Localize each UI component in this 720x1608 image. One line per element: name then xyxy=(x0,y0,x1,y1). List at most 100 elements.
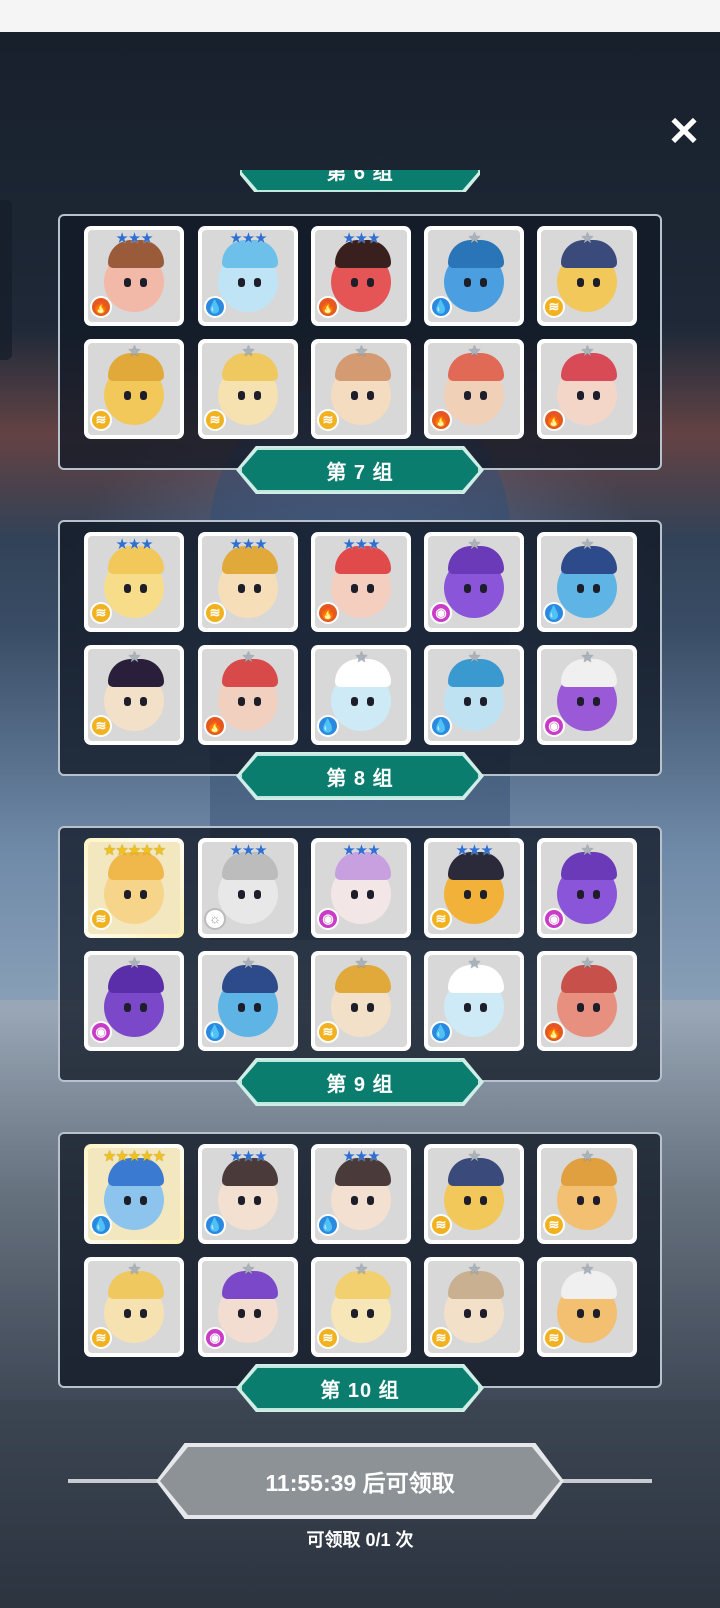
hero-eye xyxy=(593,1196,600,1205)
hero-portrait: ★ 💧 xyxy=(202,955,294,1047)
hero-card[interactable]: ★ 💧 xyxy=(424,226,524,326)
hero-card[interactable]: ★ ≋ xyxy=(84,339,184,439)
hero-card[interactable]: ★★★ ☼ xyxy=(198,838,298,938)
hero-portrait: ★ 🔥 xyxy=(428,343,520,435)
hero-card[interactable]: ★★★ ≋ xyxy=(84,532,184,632)
hero-eye xyxy=(464,391,471,400)
star-rating: ★ xyxy=(241,1261,255,1278)
hero-eye xyxy=(577,1309,584,1318)
hero-card[interactable]: ★★★★★ ≋ xyxy=(84,838,184,938)
star-rating: ★ xyxy=(127,343,141,360)
hero-eye xyxy=(480,697,487,706)
hero-eye xyxy=(367,697,374,706)
hero-card[interactable]: ★ ≋ xyxy=(198,339,298,439)
hero-eye xyxy=(238,1003,245,1012)
water-element-icon: 💧 xyxy=(206,1216,224,1234)
hero-card[interactable]: ★★★ 💧 xyxy=(198,226,298,326)
star-rating: ★★★ xyxy=(115,230,153,247)
hero-card[interactable]: ★ ≋ xyxy=(537,226,637,326)
hero-card[interactable]: ★ 🔥 xyxy=(537,339,637,439)
hero-card[interactable]: ★★★ 🔥 xyxy=(84,226,184,326)
hero-eye xyxy=(367,890,374,899)
hero-card[interactable]: ★★★ ≋ xyxy=(424,838,524,938)
hero-eye xyxy=(593,584,600,593)
star-rating: ★ xyxy=(354,1261,368,1278)
hero-card[interactable]: ★ 💧 xyxy=(424,645,524,745)
water-element-icon: 💧 xyxy=(432,298,450,316)
close-icon[interactable]: ✕ xyxy=(664,112,704,152)
hero-card[interactable]: ★ ◉ xyxy=(537,645,637,745)
fire-element-icon: 🔥 xyxy=(319,604,337,622)
hero-card[interactable]: ★ ◉ xyxy=(84,951,184,1051)
hero-eye xyxy=(367,1003,374,1012)
group-7-banner: 第 7 组 xyxy=(240,448,480,492)
side-drawer-tab[interactable] xyxy=(0,200,12,360)
hero-card[interactable]: ★★★★★ 💧 xyxy=(84,1144,184,1244)
hero-card[interactable]: ★ 💧 xyxy=(198,951,298,1051)
hero-card[interactable]: ★ ≋ xyxy=(424,1144,524,1244)
dark-element-icon: ◉ xyxy=(206,1329,224,1347)
hero-card[interactable]: ★ 🔥 xyxy=(537,951,637,1051)
hero-card[interactable]: ★ 💧 xyxy=(537,532,637,632)
hero-portrait: ★ ◉ xyxy=(202,1261,294,1353)
hero-card[interactable]: ★★★ 💧 xyxy=(198,1144,298,1244)
wind-element-icon: ≋ xyxy=(319,1329,337,1347)
wind-element-icon: ≋ xyxy=(92,411,110,429)
star-rating: ★★★ xyxy=(229,536,267,553)
hero-card[interactable]: ★ ◉ xyxy=(198,1257,298,1357)
hero-card[interactable]: ★ ≋ xyxy=(311,339,411,439)
hero-eye xyxy=(351,697,358,706)
hero-eye xyxy=(577,278,584,287)
hero-portrait: ★★★ 💧 xyxy=(202,1148,294,1240)
hero-eye xyxy=(140,890,147,899)
star-rating: ★★★ xyxy=(229,1148,267,1165)
star-rating: ★ xyxy=(467,536,481,553)
hero-card[interactable]: ★★★ 💧 xyxy=(311,1144,411,1244)
hero-card[interactable]: ★ ≋ xyxy=(311,951,411,1051)
star-rating: ★★★ xyxy=(115,536,153,553)
wind-element-icon: ≋ xyxy=(319,411,337,429)
hero-card[interactable]: ★ ≋ xyxy=(424,1257,524,1357)
hero-eye xyxy=(351,391,358,400)
star-rating: ★ xyxy=(467,230,481,247)
fire-element-icon: 🔥 xyxy=(92,298,110,316)
hero-portrait: ★ 💧 xyxy=(428,230,520,322)
hero-eye xyxy=(480,391,487,400)
wind-element-icon: ≋ xyxy=(545,1329,563,1347)
hero-card[interactable]: ★ ≋ xyxy=(537,1257,637,1357)
claim-button[interactable]: 11:55:39 后可领取 xyxy=(160,1447,560,1515)
hero-card[interactable]: ★ ≋ xyxy=(537,1144,637,1244)
wind-element-icon: ≋ xyxy=(432,1216,450,1234)
wind-element-icon: ≋ xyxy=(92,717,110,735)
hero-card[interactable]: ★ ◉ xyxy=(537,838,637,938)
hero-card[interactable]: ★ 🔥 xyxy=(198,645,298,745)
hero-card[interactable]: ★ 💧 xyxy=(424,951,524,1051)
hero-card[interactable]: ★ 🔥 xyxy=(424,339,524,439)
fire-element-icon: 🔥 xyxy=(432,411,450,429)
hero-card[interactable]: ★ ◉ xyxy=(424,532,524,632)
water-element-icon: 💧 xyxy=(92,1216,110,1234)
star-rating: ★ xyxy=(354,955,368,972)
hero-portrait: ★★★★★ 💧 xyxy=(88,1148,180,1240)
hero-eye xyxy=(351,890,358,899)
hero-portrait: ★ ◉ xyxy=(541,649,633,741)
hero-card[interactable]: ★★★ 🔥 xyxy=(311,532,411,632)
hero-portrait: ★★★ ☼ xyxy=(202,842,294,934)
hero-card[interactable]: ★★★ 🔥 xyxy=(311,226,411,326)
hero-portrait: ★ ≋ xyxy=(88,1261,180,1353)
divider-right xyxy=(552,1479,652,1483)
hero-portrait: ★★★ 🔥 xyxy=(315,536,407,628)
hero-eye xyxy=(238,584,245,593)
hero-card[interactable]: ★ ≋ xyxy=(84,1257,184,1357)
light-element-icon: ☼ xyxy=(206,910,224,928)
hero-card[interactable]: ★ ≋ xyxy=(84,645,184,745)
hero-card[interactable]: ★★★ ◉ xyxy=(311,838,411,938)
wind-element-icon: ≋ xyxy=(206,411,224,429)
star-rating: ★ xyxy=(467,343,481,360)
hero-card[interactable]: ★ ≋ xyxy=(311,1257,411,1357)
hero-card[interactable]: ★★★ ≋ xyxy=(198,532,298,632)
hero-eye xyxy=(140,1196,147,1205)
star-rating: ★★★ xyxy=(455,842,493,859)
hero-card[interactable]: ★ 💧 xyxy=(311,645,411,745)
hero-eye xyxy=(480,1196,487,1205)
